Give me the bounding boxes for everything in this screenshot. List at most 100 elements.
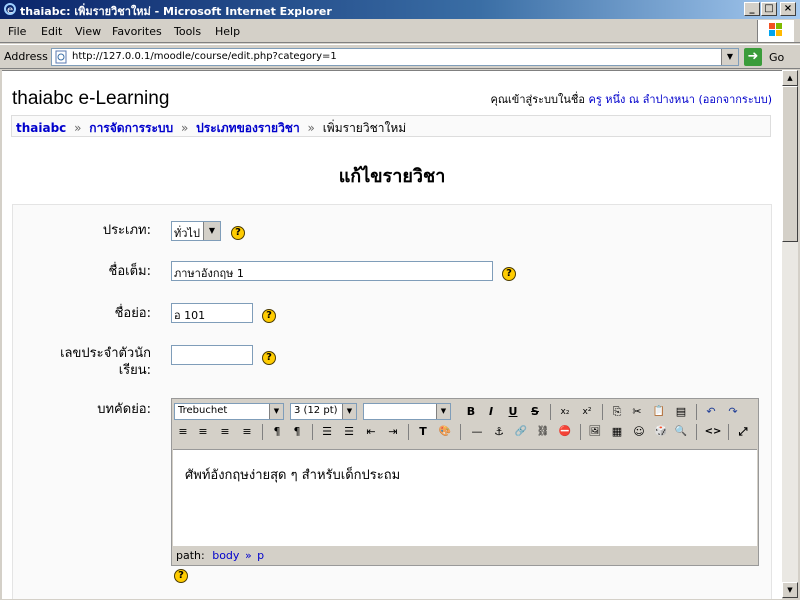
insert-image-icon[interactable]: 🖼 [586,423,604,441]
underline-button[interactable]: U [504,403,522,421]
page-title: แก้ไขรายวิชา [338,166,446,187]
subscript-button[interactable]: x₂ [556,403,574,421]
toolbar-divider [728,424,729,440]
help-icon[interactable]: ? [231,226,245,240]
toolbar-divider [312,424,313,440]
menu-help[interactable]: Help [215,25,240,38]
toolbar-divider [602,404,603,420]
breadcrumb-admin[interactable]: การจัดการระบบ [89,121,173,135]
help-icon[interactable]: ? [502,267,516,281]
indent-icon[interactable]: ⇥ [384,423,402,441]
minimize-button[interactable]: _ [744,2,760,16]
copy-icon[interactable]: ⎘ [608,403,626,421]
window-title: thaiabc: เพิ่มรายวิชาใหม่ - Microsoft In… [20,5,332,18]
fullscreen-icon[interactable]: ⤢ [734,423,752,441]
breadcrumb-home[interactable]: thaiabc [16,121,66,135]
ordered-list-icon[interactable]: ☰ [318,423,336,441]
strikethrough-button[interactable]: S [526,403,544,421]
window-title-bar: e thaiabc: เพิ่มรายวิชาใหม่ - Microsoft … [0,0,800,19]
unordered-list-icon[interactable]: ☰ [340,423,358,441]
align-left-icon[interactable]: ≡ [174,423,192,441]
fullname-label: ชื่อเต็ม: [108,264,151,279]
menu-view[interactable]: View [75,25,101,38]
path-separator: » [244,549,252,562]
clean-word-icon[interactable]: ▤ [672,403,690,421]
toolbar-divider [408,424,409,440]
cut-icon[interactable]: ✂ [628,403,646,421]
style-select[interactable]: ▼ [363,403,451,420]
logout-link[interactable]: ออกจากระบบ [703,93,768,106]
align-right-icon[interactable]: ≡ [216,423,234,441]
close-button[interactable]: × [780,2,796,16]
smiley-icon[interactable]: ☺ [630,423,648,441]
editor-content-area[interactable]: ศัพท์อังกฤษง่ายสุด ๆ สำหรับเด็กประถม [173,449,757,546]
ltr-icon[interactable]: ¶ [268,423,286,441]
bold-button[interactable]: B [462,403,480,421]
size-value: 3 (12 pt) [294,405,338,416]
help-icon[interactable]: ? [174,569,188,583]
address-dropdown-icon[interactable]: ▼ [721,49,738,65]
text-color-icon[interactable]: T [414,423,432,441]
chevron-down-icon: ▼ [342,404,356,419]
background-color-icon[interactable]: 🎨 [436,423,454,441]
help-icon[interactable]: ? [262,351,276,365]
unlink-icon[interactable]: ⛓ [534,423,552,441]
font-select[interactable]: Trebuchet ▼ [174,403,284,420]
toolbar-divider [262,424,263,440]
category-label: ประเภท: [102,223,151,238]
breadcrumb-separator: » [180,121,189,135]
undo-icon[interactable]: ↶ [702,403,720,421]
page-icon [55,50,67,64]
menu-edit[interactable]: Edit [41,25,62,38]
italic-button[interactable]: I [482,403,500,421]
superscript-button[interactable]: x² [578,403,596,421]
scroll-thumb[interactable] [782,86,798,242]
logout-paren-close: ) [767,93,772,106]
size-select[interactable]: 3 (12 pt) ▼ [290,403,357,420]
breadcrumb-categories[interactable]: ประเภทของรายวิชา [196,121,300,135]
path-body-link[interactable]: body [212,549,239,562]
html-editor: Trebuchet ▼ 3 (12 pt) ▼ ▼ B I U S x₂ x² [171,398,759,566]
go-label: Go [769,51,785,64]
rtl-icon[interactable]: ¶ [288,423,306,441]
toolbar-divider [696,424,697,440]
path-label: path: [176,549,205,562]
align-center-icon[interactable]: ≡ [194,423,212,441]
html-source-icon[interactable]: <> [704,423,722,441]
redo-icon[interactable]: ↷ [724,403,742,421]
insert-table-icon[interactable]: ▦ [608,423,626,441]
scroll-down-icon[interactable]: ▼ [782,582,798,598]
address-bar: Address http://127.0.0.1/moodle/course/e… [0,44,800,69]
user-link[interactable]: ครู หนึ่ง ณ ลำปางหนา [588,93,695,106]
help-icon[interactable]: ? [262,309,276,323]
link-icon[interactable]: 🔗 [512,423,530,441]
justify-icon[interactable]: ≡ [238,423,256,441]
menu-tools[interactable]: Tools [174,25,201,38]
login-info: คุณเข้าสู่ระบบในชื่อ ครู หนึ่ง ณ ลำปางหน… [490,90,772,108]
editor-text: ศัพท์อังกฤษง่ายสุด ๆ สำหรับเด็กประถม [185,468,401,483]
menu-favorites[interactable]: Favorites [112,25,162,38]
idnumber-label: เลขประจำตัวนัก เรียน: [13,345,151,379]
search-replace-icon[interactable]: 🔍 [672,423,690,441]
nolink-icon[interactable]: ⛔ [556,423,574,441]
toolbar-divider [460,424,461,440]
path-p-link[interactable]: p [257,549,264,562]
horizontal-rule-icon[interactable]: — [468,423,486,441]
shortname-field[interactable]: อ 101 [171,303,253,323]
svg-text:e: e [7,5,13,16]
paste-icon[interactable]: 📋 [650,403,668,421]
outdent-icon[interactable]: ⇤ [362,423,380,441]
go-button[interactable]: ➜ Go [744,48,796,66]
idnumber-field[interactable] [171,345,253,365]
fullname-field[interactable]: ภาษาอังกฤษ 1 [171,261,493,281]
menu-file[interactable]: File [8,25,26,38]
anchor-icon[interactable]: ⚓ [490,423,508,441]
scroll-up-icon[interactable]: ▲ [782,70,798,86]
address-input[interactable]: http://127.0.0.1/moodle/course/edit.php?… [51,48,739,66]
maximize-button[interactable]: □ [761,2,777,16]
summary-label: บทคัดย่อ: [97,402,151,417]
category-select[interactable]: ทั่วไป ▼ [171,221,221,241]
special-char-icon[interactable]: 🎲 [652,423,670,441]
toolbar-divider [696,404,697,420]
vertical-scrollbar[interactable]: ▲ ▼ [782,70,798,598]
